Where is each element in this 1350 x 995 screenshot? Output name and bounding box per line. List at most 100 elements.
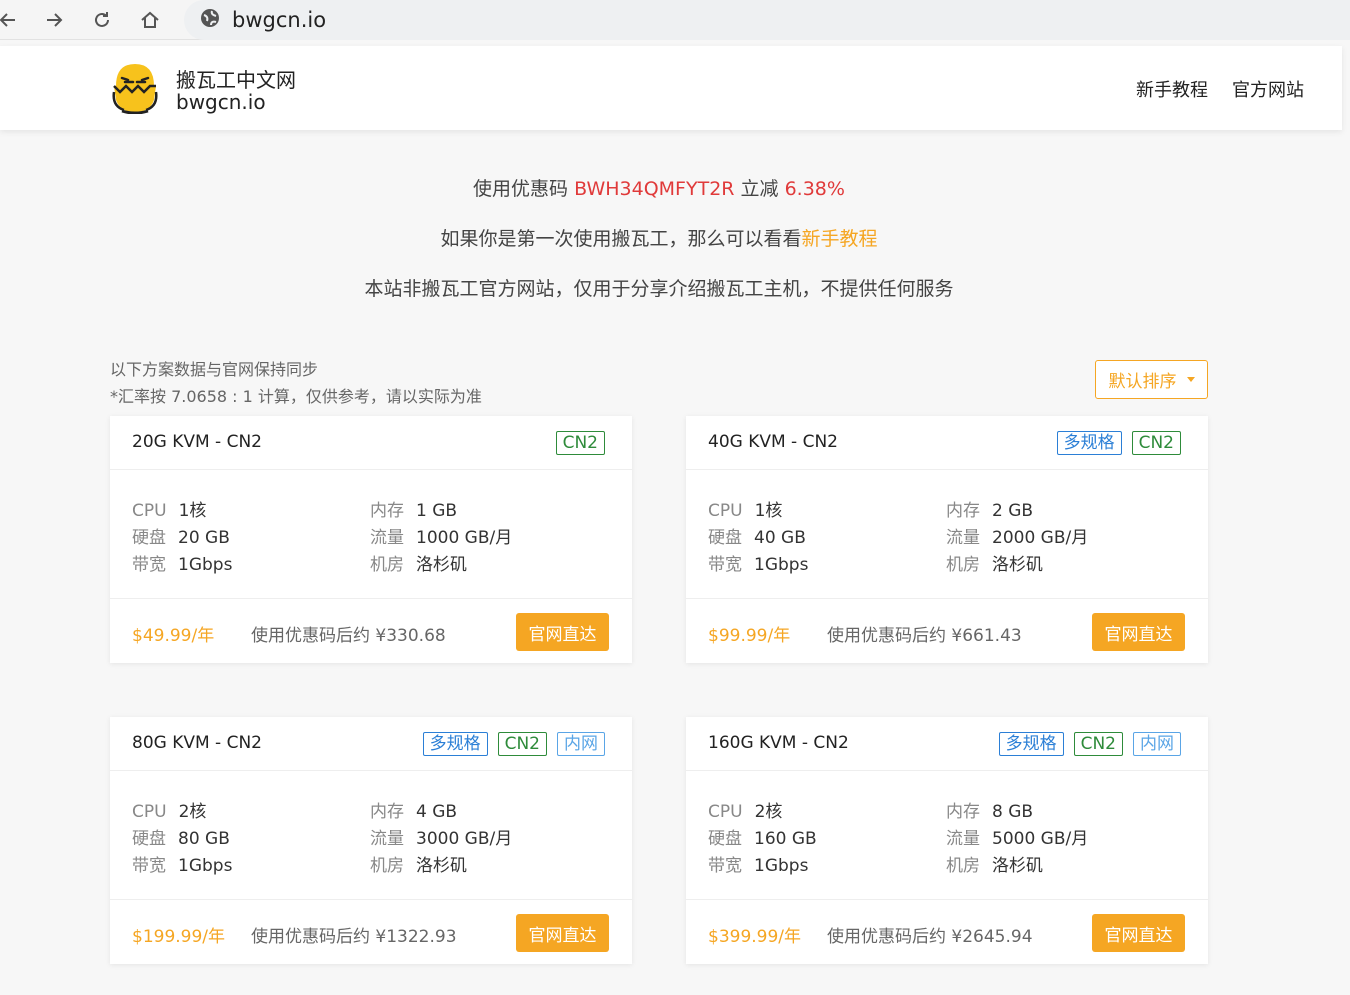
- spec-bandwidth-value: 1Gbps: [754, 555, 809, 575]
- spec-ram-label: 内存: [370, 802, 404, 822]
- brand-name[interactable]: 搬瓦工中文网: [176, 64, 296, 93]
- spec-ram: 内存 8 GB: [946, 797, 1033, 822]
- spec-disk-label: 硬盘: [708, 528, 742, 548]
- spec-disk: 硬盘 160 GB: [708, 824, 817, 849]
- plan-card: 20G KVM - CN2 CN2 CPU 1核 内存 1 GB 硬盘 20 GB 流量 1000…: [110, 416, 632, 663]
- spec-traffic-label: 流量: [370, 528, 404, 548]
- card-footer: $399.99/年 使用优惠码后约 ¥2645.94 官网直达: [686, 899, 1208, 964]
- card-header: 40G KVM - CN2 多规格 CN2: [686, 416, 1208, 470]
- plan-title: 40G KVM - CN2: [708, 432, 838, 452]
- spec-ram: 内存 4 GB: [370, 797, 457, 822]
- spec-location-label: 机房: [370, 555, 404, 575]
- plan-discount-price: 使用优惠码后约 ¥661.43: [827, 626, 1022, 646]
- tag-intranet: 内网: [557, 732, 605, 756]
- spec-location-value: 洛杉矶: [992, 856, 1043, 876]
- spec-ram: 内存 2 GB: [946, 496, 1033, 521]
- spec-disk-value: 20 GB: [178, 528, 230, 548]
- plan-card: 40G KVM - CN2 多规格 CN2 CPU 1核 内存 2 GB 硬盘 40 GB 流量 2…: [686, 416, 1208, 663]
- plan-price: $199.99/年: [132, 927, 226, 947]
- spec-bandwidth: 带宽 1Gbps: [132, 851, 232, 876]
- plan-tags: 多规格 CN2 内网: [998, 732, 1181, 756]
- spec-ram-value: 4 GB: [416, 802, 458, 822]
- spec-ram: 内存 1 GB: [370, 496, 457, 521]
- reload-icon[interactable]: [88, 6, 116, 34]
- plan-discount-price: 使用优惠码后约 ¥1322.93: [251, 927, 457, 947]
- home-icon[interactable]: [136, 6, 164, 34]
- disclaimer: 本站非搬瓦工官方网站，仅用于分享介绍搬瓦工主机，不提供任何服务: [364, 278, 954, 300]
- spec-cpu: CPU 2核: [708, 797, 782, 822]
- buy-button[interactable]: 官网直达: [1092, 613, 1185, 651]
- spec-location-label: 机房: [946, 555, 980, 575]
- spec-traffic-label: 流量: [370, 829, 404, 849]
- spec-traffic: 流量 2000 GB/月: [946, 523, 1088, 548]
- brand-domain[interactable]: bwgcn.io: [176, 90, 266, 114]
- first-time-notice: 如果你是第一次使用搬瓦工，那么可以看看新手教程: [0, 224, 1318, 251]
- spec-traffic-label: 流量: [946, 528, 980, 548]
- tag-multi-spec: 多规格: [422, 732, 488, 756]
- spec-location: 机房 洛杉矶: [370, 851, 467, 876]
- sync-note: 以下方案数据与官网保持同步: [110, 360, 319, 379]
- spec-traffic-value: 3000 GB/月: [416, 829, 513, 849]
- card-footer: $49.99/年 使用优惠码后约 ¥330.68 官网直达: [110, 598, 632, 663]
- spec-cpu: CPU 2核: [132, 797, 206, 822]
- tag-intranet: 内网: [1133, 732, 1181, 756]
- spec-traffic-value: 2000 GB/月: [992, 528, 1089, 548]
- promo-discount: 6.38%: [784, 178, 845, 200]
- promo-prefix: 使用优惠码: [473, 178, 569, 200]
- buy-button[interactable]: 官网直达: [516, 914, 609, 952]
- promo-notice: 使用优惠码 BWH34QMFYT2R 立减 6.38%: [0, 174, 1318, 201]
- spec-location-value: 洛杉矶: [416, 555, 467, 575]
- buy-button[interactable]: 官网直达: [1092, 914, 1185, 952]
- spec-cpu-label: CPU: [708, 802, 743, 822]
- plan-specs: CPU 1核 内存 2 GB 硬盘 40 GB 流量 2000 GB/月带宽 1Gbps 机房 洛杉…: [708, 496, 1188, 586]
- tag-multi-spec: 多规格: [1056, 431, 1122, 455]
- spec-disk-value: 160 GB: [754, 829, 817, 849]
- spec-disk: 硬盘 20 GB: [132, 523, 230, 548]
- spec-bandwidth: 带宽 1Gbps: [708, 550, 808, 575]
- plan-tags: 多规格 CN2 内网: [422, 732, 605, 756]
- sort-label: 默认排序: [1108, 372, 1177, 392]
- card-header: 80G KVM - CN2 多规格 CN2 内网: [110, 717, 632, 771]
- address-bar[interactable]: bwgcn.io: [184, 0, 1350, 40]
- tag-multi-spec: 多规格: [998, 732, 1064, 756]
- plan-tags: 多规格 CN2: [1056, 431, 1181, 455]
- spec-bandwidth-value: 1Gbps: [178, 856, 233, 876]
- spec-location-label: 机房: [946, 856, 980, 876]
- promo-code[interactable]: BWH34QMFYT2R: [574, 178, 734, 200]
- tutorial-link[interactable]: 新手教程: [802, 228, 878, 250]
- spec-bandwidth-value: 1Gbps: [754, 856, 809, 876]
- back-icon[interactable]: [0, 6, 22, 34]
- spec-location: 机房 洛杉矶: [370, 550, 467, 575]
- spec-ram-value: 1 GB: [416, 501, 458, 521]
- spec-location: 机房 洛杉矶: [946, 851, 1043, 876]
- plan-specs: CPU 2核 内存 8 GB 硬盘 160 GB 流量 5000 GB/月 带宽 1Gbps 机房洛…: [708, 797, 1188, 887]
- spec-ram-value: 2 GB: [992, 501, 1034, 521]
- globe-icon: [200, 8, 220, 32]
- plan-discount-price: 使用优惠码后约 ¥330.68: [251, 626, 446, 646]
- sort-dropdown[interactable]: 默认排序: [1095, 360, 1208, 399]
- spec-location: 机房 洛杉矶: [946, 550, 1043, 575]
- spec-disk-value: 40 GB: [754, 528, 806, 548]
- spec-cpu-label: CPU: [708, 501, 743, 521]
- nav-tutorial[interactable]: 新手教程: [1136, 76, 1208, 102]
- spec-ram-label: 内存: [946, 501, 980, 521]
- tag-cn2: CN2: [555, 431, 605, 455]
- first-time-text: 如果你是第一次使用搬瓦工，那么可以看看: [440, 228, 802, 250]
- plan-card: 80G KVM - CN2 多规格 CN2 内网 CPU 2核 内存 4 GB 硬盘 80 GB 流…: [110, 717, 632, 964]
- spec-cpu-value: 2核: [754, 802, 783, 822]
- spec-traffic-value: 5000 GB/月: [992, 829, 1089, 849]
- promo-mid: 立减: [740, 178, 779, 200]
- buy-button[interactable]: 官网直达: [516, 613, 609, 651]
- exchange-rate-note: *汇率按 7.0658 : 1 计算，仅供参考，请以实际为准: [110, 387, 482, 406]
- plan-discount-price: 使用优惠码后约 ¥2645.94: [827, 927, 1033, 947]
- spec-cpu-value: 1核: [178, 501, 207, 521]
- spec-bandwidth-label: 带宽: [132, 555, 166, 575]
- nav-official-site[interactable]: 官方网站: [1232, 76, 1304, 102]
- spec-cpu-value: 1核: [754, 501, 783, 521]
- spec-traffic: 流量 5000 GB/月: [946, 824, 1088, 849]
- spec-ram-label: 内存: [370, 501, 404, 521]
- tag-cn2: CN2: [1073, 732, 1123, 756]
- duck-logo-icon[interactable]: [110, 62, 160, 115]
- forward-icon[interactable]: [40, 6, 68, 34]
- plan-price: $49.99/年: [132, 626, 215, 646]
